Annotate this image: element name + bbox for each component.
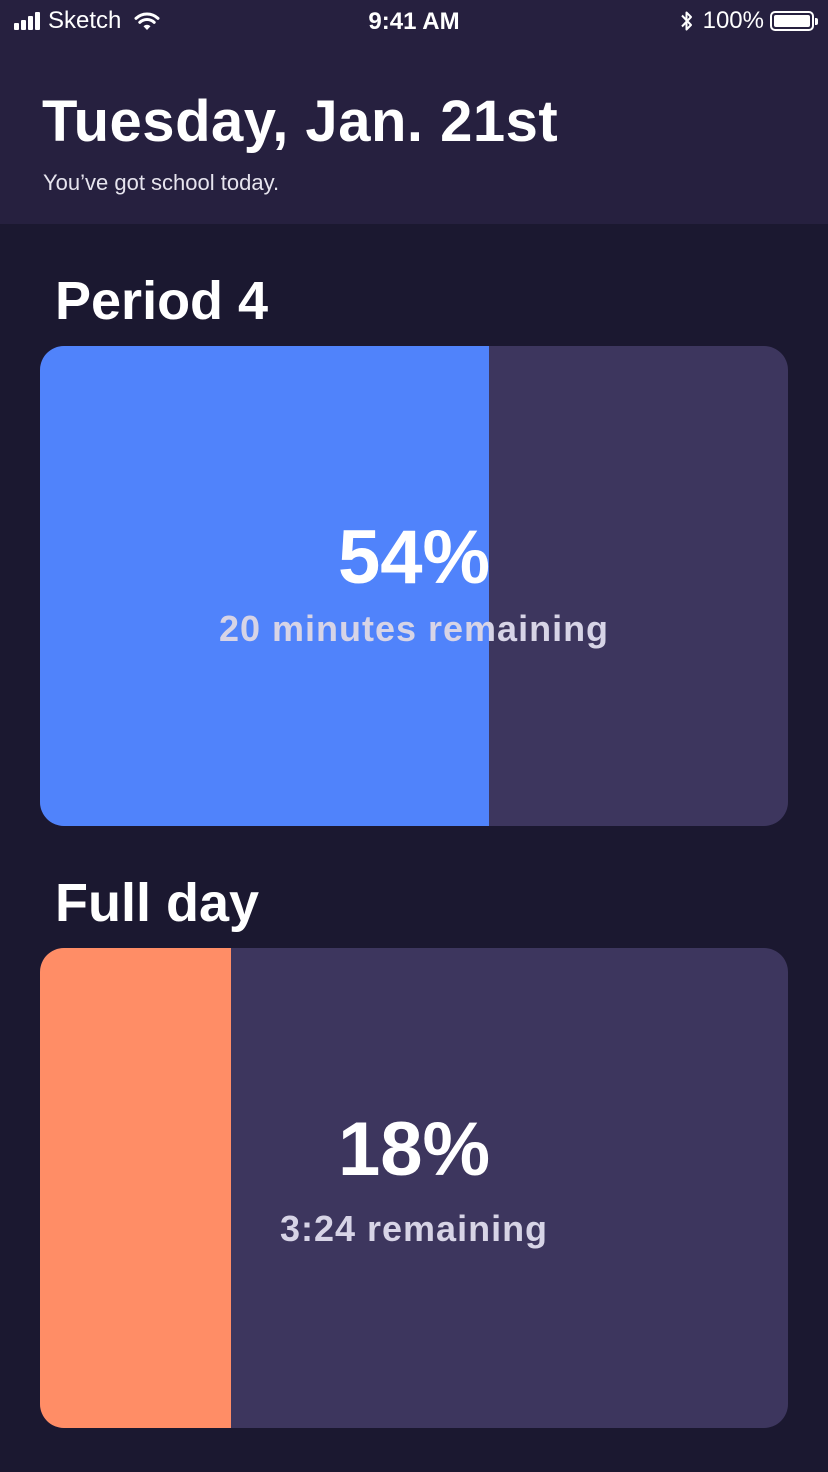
bluetooth-icon <box>680 11 692 31</box>
period-percent-label: 54% <box>337 515 491 600</box>
battery-icon <box>770 11 818 31</box>
period-remaining-label: 20 minutes remaining <box>218 608 610 649</box>
header: Tuesday, Jan. 21st You’ve got school tod… <box>0 42 828 224</box>
full-day-section-title: Full day <box>55 873 260 933</box>
full-day-remaining-label: 3:24 remaining <box>279 1208 549 1249</box>
page-title: Tuesday, Jan. 21st <box>42 89 559 154</box>
page-subtitle: You’ve got school today. <box>43 170 280 195</box>
full-day-percent-label: 18% <box>337 1107 491 1192</box>
status-right: 100% <box>679 7 818 34</box>
period-progress-card[interactable]: 54% 20 minutes remaining <box>40 346 788 826</box>
full-day-progress-card[interactable]: 18% 3:24 remaining <box>40 948 788 1428</box>
period-section-title: Period 4 <box>55 271 269 331</box>
status-bar: Sketch 9:41 AM 100% <box>0 0 828 42</box>
battery-percentage: 100% <box>702 7 764 34</box>
